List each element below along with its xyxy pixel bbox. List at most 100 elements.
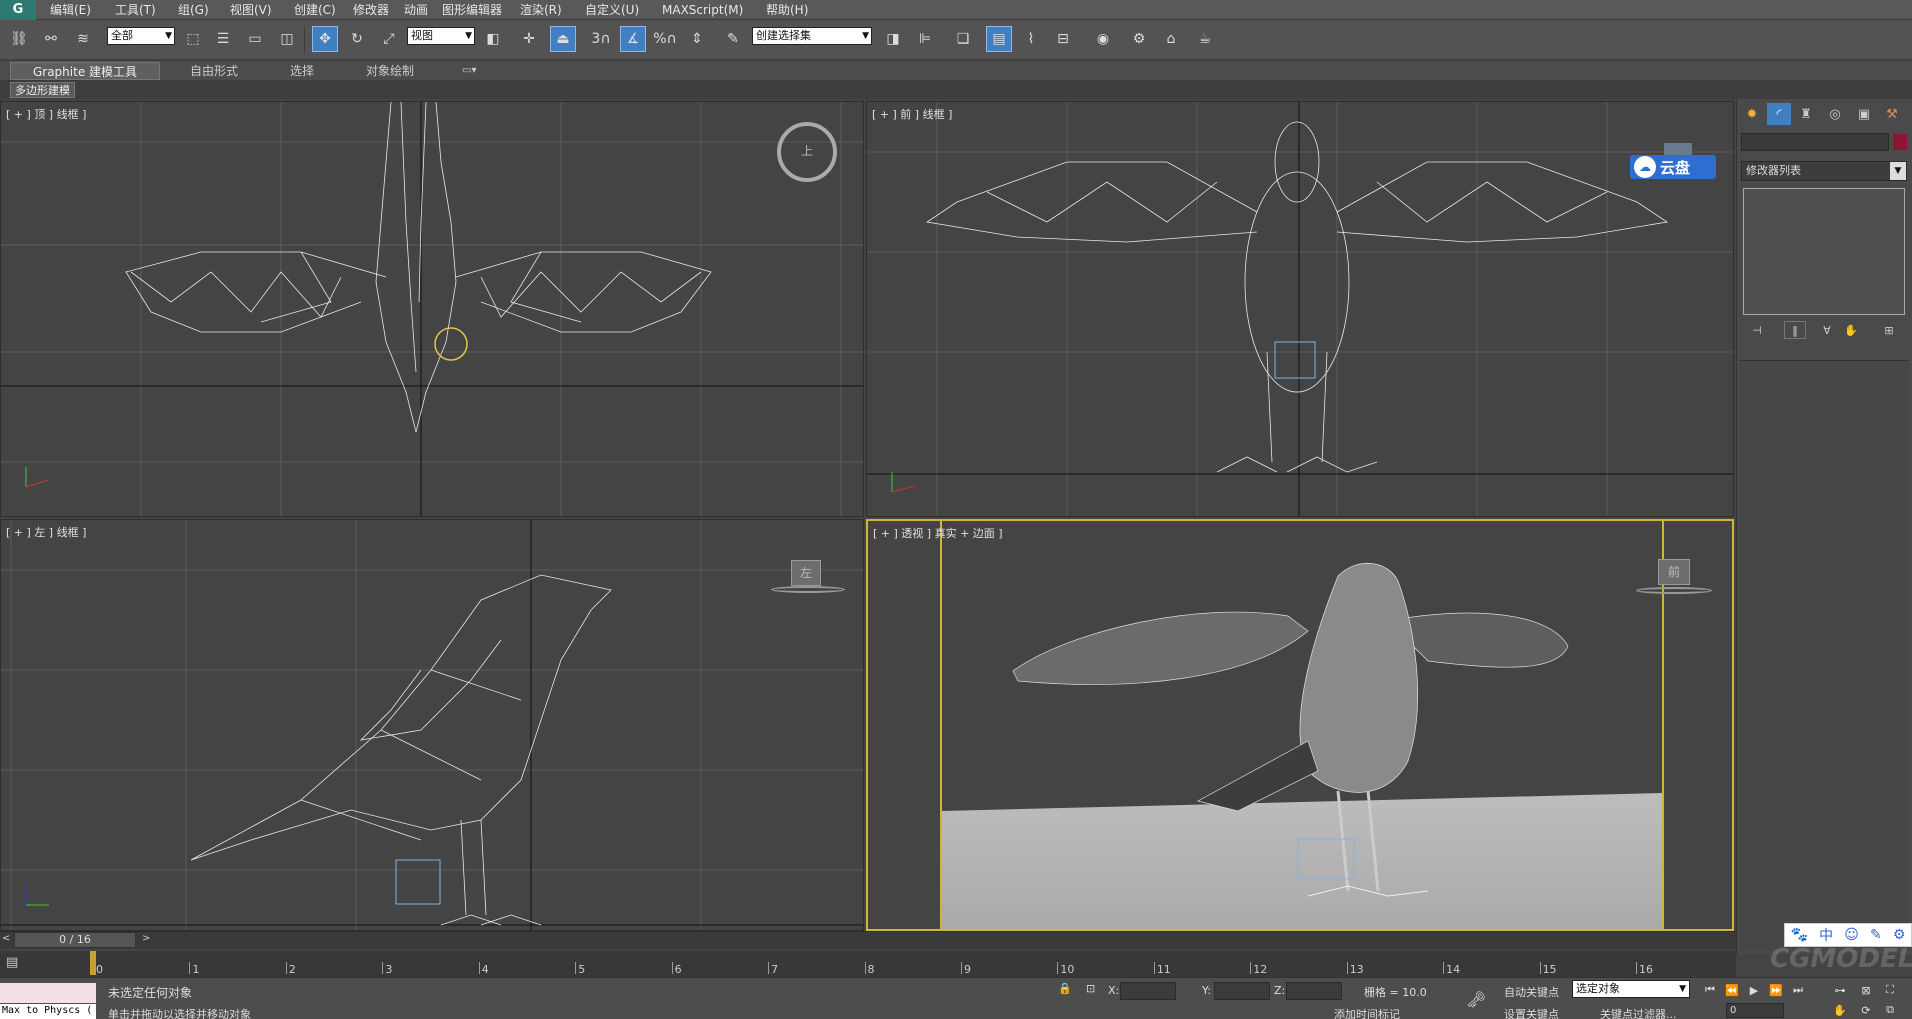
menu-create[interactable]: 创建(C) [294, 0, 336, 20]
time-slider[interactable] [0, 931, 1736, 949]
viewport-perspective[interactable]: [ + ] 透视 ] 真实 + 边面 ] 前 [866, 519, 1734, 931]
select-manipulate-icon[interactable]: ✛ [516, 26, 542, 52]
zoom-extents-icon[interactable]: ⛶ [1880, 981, 1900, 999]
key-mode-toggle-icon[interactable]: ⊶ [1830, 981, 1850, 999]
maxscript-listener-output[interactable] [0, 983, 96, 1003]
orbit-icon[interactable]: ⟳ [1856, 1001, 1876, 1019]
utilities-tab-icon[interactable]: ⚒ [1880, 103, 1904, 125]
settings-icon[interactable]: ⚙ [1893, 927, 1906, 943]
auto-key-button[interactable]: 自动关键点 [1504, 984, 1559, 1000]
mirror-icon[interactable]: ◨ [880, 26, 906, 52]
named-selection-dropdown[interactable]: 创建选择集 ▼ [752, 27, 872, 45]
menu-help[interactable]: 帮助(H) [766, 0, 808, 20]
lock-icon[interactable]: 🔒 [1058, 982, 1072, 995]
prev-frame-icon[interactable]: ⏪ [1722, 981, 1742, 999]
viewport-top-label[interactable]: [ + ] 顶 ] 线框 ] [6, 106, 86, 122]
play-icon[interactable]: ▶ [1744, 981, 1764, 999]
selection-filter-dropdown[interactable]: 全部 ▼ [107, 27, 175, 45]
maxscript-listener-input[interactable]: Max to Physcs ( [0, 1004, 96, 1019]
set-key-button[interactable]: 设置关键点 [1504, 1006, 1559, 1019]
rect-selection-icon[interactable]: ▭ [242, 26, 268, 52]
menu-maxscript[interactable]: MAXScript(M) [662, 0, 743, 20]
render-setup-icon[interactable]: ⚙ [1126, 26, 1152, 52]
tab-object-paint[interactable]: 对象绘制 [366, 62, 414, 80]
frame-counter[interactable]: 0 / 16 [14, 932, 136, 948]
slider-right-arrow-icon[interactable]: > [142, 933, 150, 944]
snap-toggle-icon[interactable]: 3 ∩ [588, 26, 614, 52]
select-move-icon[interactable]: ✥ [312, 26, 338, 52]
tab-selection[interactable]: 选择 [290, 62, 314, 80]
key-filters-button[interactable]: 关键点过滤器... [1600, 1006, 1677, 1019]
select-scale-icon[interactable]: ⤢ [376, 26, 402, 52]
select-by-name-icon[interactable]: ☰ [210, 26, 236, 52]
pin-stack-icon[interactable]: ⊣ [1746, 321, 1768, 339]
object-name-field[interactable] [1741, 133, 1889, 151]
time-config-icon[interactable]: ⊠ [1856, 981, 1876, 999]
menu-edit[interactable]: 编辑(E) [50, 0, 91, 20]
display-tab-icon[interactable]: ▣ [1852, 103, 1876, 125]
next-frame-icon[interactable]: ⏩ [1766, 981, 1786, 999]
viewport-perspective-label[interactable]: [ + ] 透视 ] 真实 + 边面 ] [873, 525, 1003, 541]
y-coord-field[interactable] [1214, 982, 1270, 1000]
remove-modifier-icon[interactable]: ✋ [1840, 321, 1862, 339]
key-mode-dropdown[interactable]: 选定对象 ▼ [1572, 980, 1690, 998]
menu-rendering[interactable]: 渲染(R) [520, 0, 562, 20]
z-coord-field[interactable] [1286, 982, 1342, 1000]
modifier-list-dropdown[interactable]: 修改器列表 ▼ [1741, 161, 1907, 181]
motion-tab-icon[interactable]: ◎ [1823, 103, 1847, 125]
slider-left-arrow-icon[interactable]: < [2, 933, 10, 944]
tab-freeform[interactable]: 自由形式 [190, 62, 238, 80]
curve-editor-icon[interactable]: ⌇ [1018, 26, 1044, 52]
viewport-left-label[interactable]: [ + ] 左 ] 线框 ] [6, 524, 86, 540]
ime-lang[interactable]: 中 [1819, 925, 1833, 945]
menu-customize[interactable]: 自定义(U) [585, 0, 639, 20]
edit-named-selection-icon[interactable]: ✎ [720, 26, 746, 52]
menu-tools[interactable]: 工具(T) [115, 0, 156, 20]
maximize-viewport-icon[interactable]: ⧉ [1880, 1001, 1900, 1019]
cloud-drive-button[interactable]: ☁ 云盘 [1630, 155, 1716, 179]
keyboard-shortcut-override-icon[interactable]: ⏏ [550, 26, 576, 52]
create-tab-icon[interactable]: ✸ [1740, 103, 1764, 125]
paw-icon[interactable]: 🐾 [1791, 927, 1808, 943]
tab-graphite-modeling[interactable]: Graphite 建模工具 [10, 62, 160, 80]
layer-manager-icon[interactable]: ❏ [950, 26, 976, 52]
link-icon[interactable]: ⛓ [6, 26, 32, 52]
schematic-view-icon[interactable]: ⊟ [1050, 26, 1076, 52]
render-teapot-icon[interactable]: ☕ [1192, 26, 1218, 52]
mini-curve-editor-icon[interactable]: ▤ [6, 955, 18, 970]
percent-snap-icon[interactable]: % ∩ [652, 26, 678, 52]
pivot-center-icon[interactable]: ◧ [480, 26, 506, 52]
configure-sets-icon[interactable]: ⊞ [1878, 321, 1900, 339]
ribbon-options-icon[interactable]: ▭▾ [462, 62, 476, 80]
viewcube-top[interactable]: 上 [777, 122, 837, 182]
add-time-tag-button[interactable]: 添加时间标记 [1334, 1006, 1400, 1019]
menu-animation[interactable]: 动画 [404, 0, 428, 20]
unlink-icon[interactable]: ⚯ [38, 26, 64, 52]
current-frame-field[interactable]: 0 [1726, 1003, 1784, 1018]
rendered-frame-icon[interactable]: ⌂ [1158, 26, 1184, 52]
viewport-front[interactable]: [ + ] 前 ] 线框 ] [866, 101, 1734, 517]
angle-snap-icon[interactable]: ∡ [620, 26, 646, 52]
goto-end-icon[interactable]: ⏭ [1788, 981, 1808, 999]
pan-view-icon[interactable]: ✋ [1830, 1001, 1850, 1019]
viewport-top[interactable]: [ + ] 顶 ] 线框 ] 上 [0, 101, 864, 517]
emoji-icon[interactable]: ☺ [1844, 927, 1859, 943]
window-crossing-icon[interactable]: ◫ [274, 26, 300, 52]
bind-spacewarp-icon[interactable]: ≋ [70, 26, 96, 52]
key-icon[interactable]: 🗝 [1466, 990, 1486, 1009]
viewcube-left[interactable]: 左 [791, 560, 821, 586]
menu-modifiers[interactable]: 修改器 [353, 0, 389, 20]
select-object-icon[interactable]: ⬚ [180, 26, 206, 52]
spinner-snap-icon[interactable]: ⇕ [684, 26, 710, 52]
reference-coord-dropdown[interactable]: 视图 ▼ [407, 27, 475, 45]
viewport-front-label[interactable]: [ + ] 前 ] 线框 ] [872, 106, 952, 122]
select-rotate-icon[interactable]: ↻ [344, 26, 370, 52]
object-color-swatch[interactable] [1893, 134, 1907, 150]
app-logo-icon[interactable]: G [0, 0, 36, 20]
align-icon[interactable]: ⊫ [912, 26, 938, 52]
viewcube-perspective[interactable]: 前 [1658, 559, 1690, 585]
x-coord-field[interactable] [1120, 982, 1176, 1000]
show-end-result-icon[interactable]: ‖ [1784, 321, 1806, 339]
pen-icon[interactable]: ✎ [1870, 927, 1882, 943]
hierarchy-tab-icon[interactable]: ♜ [1794, 103, 1818, 125]
